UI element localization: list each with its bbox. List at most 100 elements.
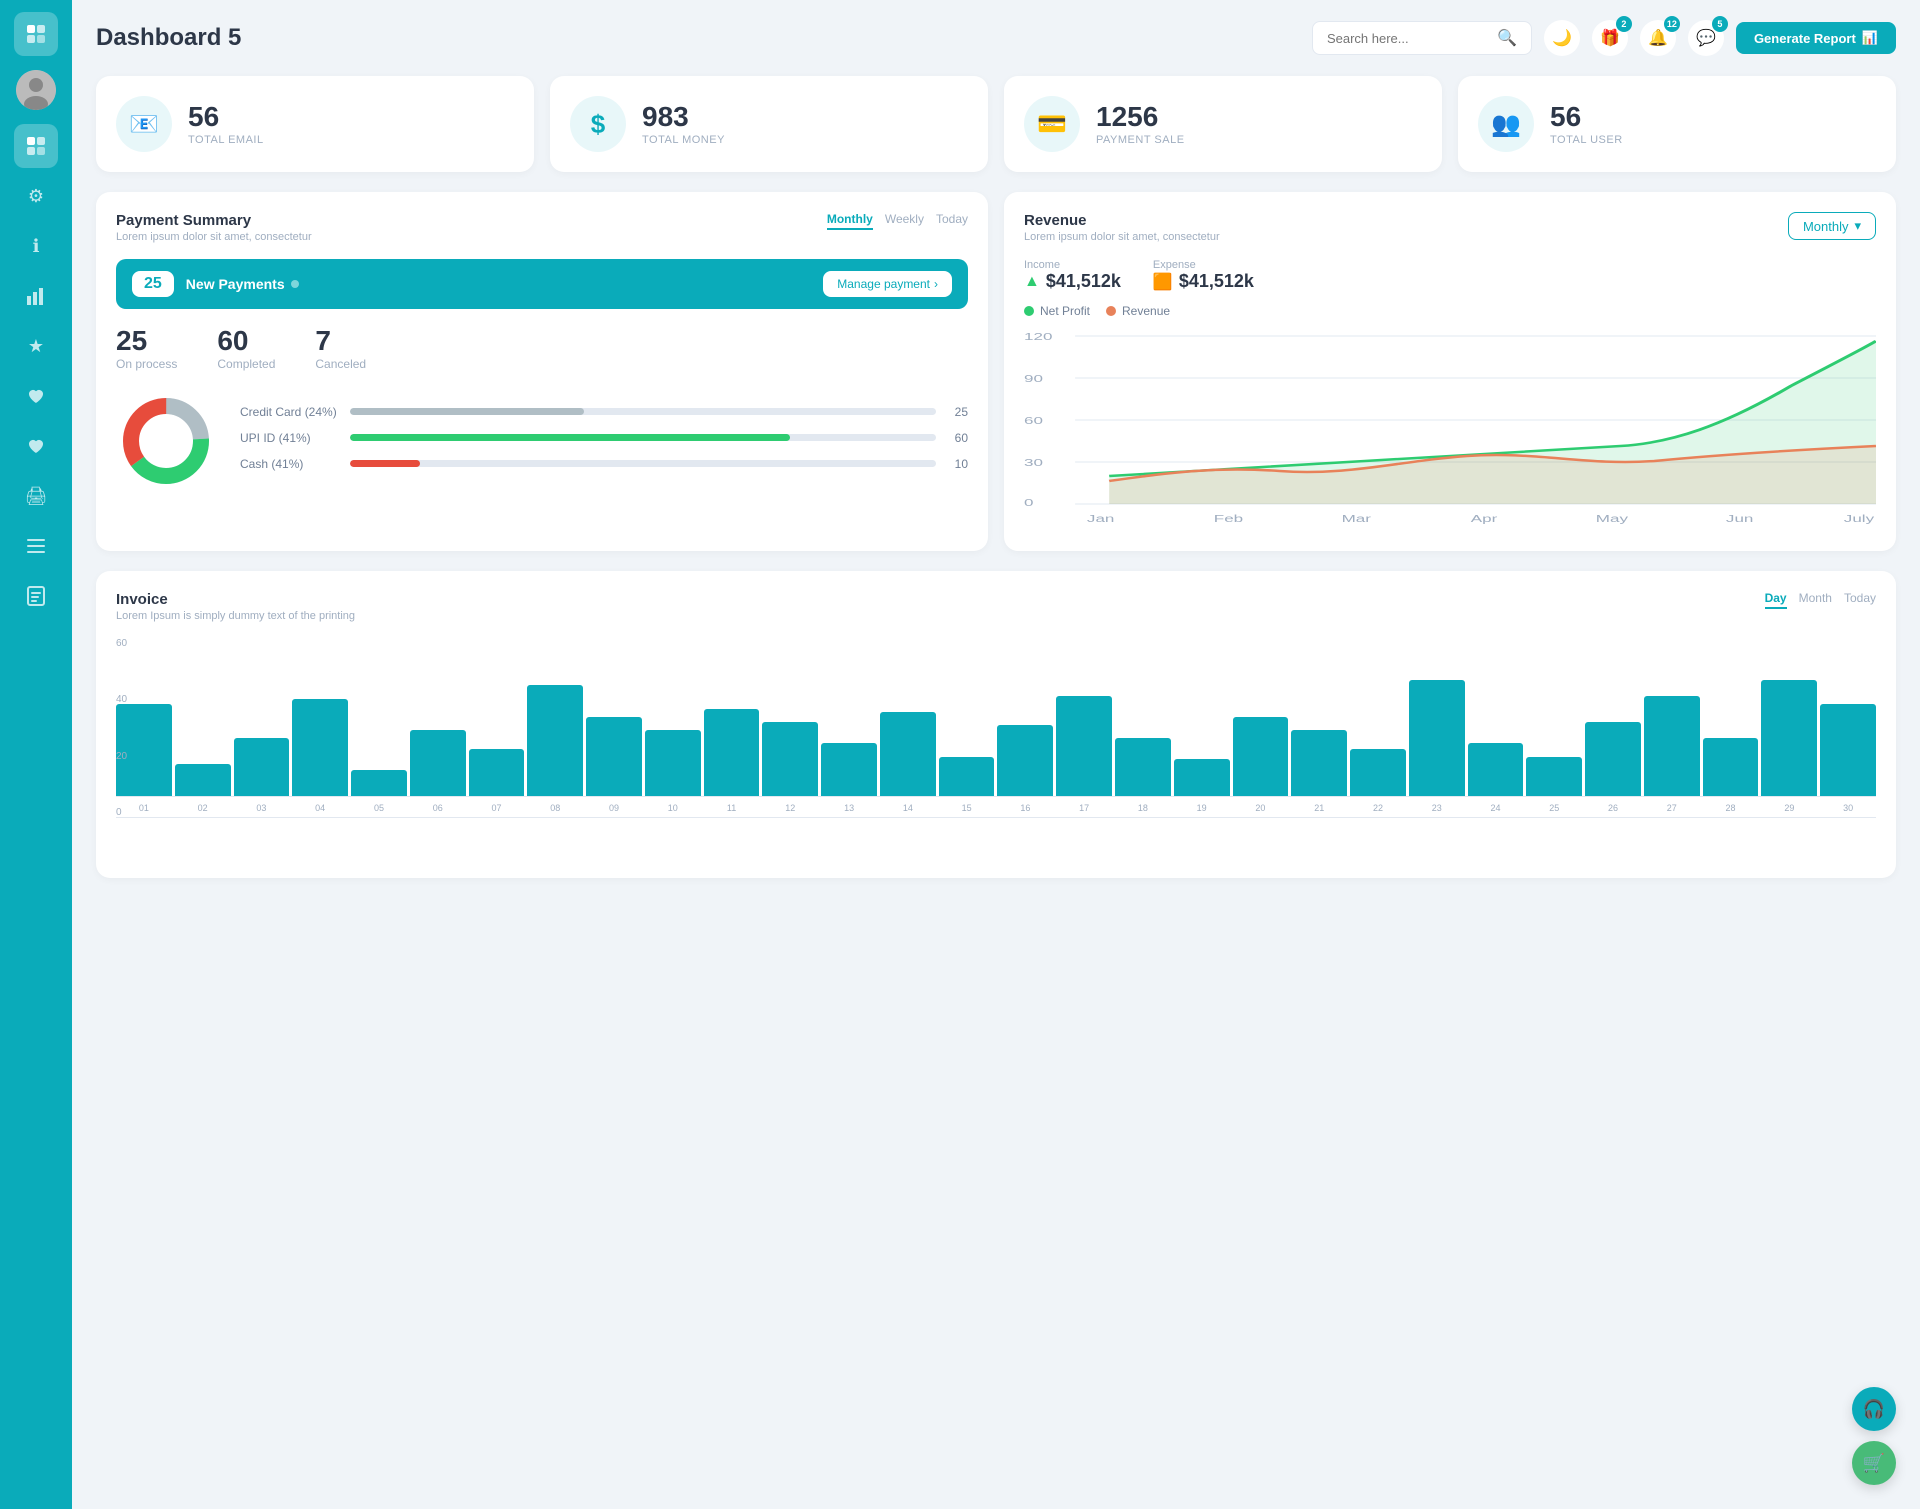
tab-today[interactable]: Today (936, 212, 968, 230)
invoice-bar-25 (1585, 722, 1641, 796)
x-label-7: 08 (527, 803, 583, 813)
search-input[interactable] (1327, 31, 1489, 46)
stat-number-0: 56 (188, 102, 264, 133)
expense-value: 🟧 $41,512k (1153, 271, 1254, 292)
search-box[interactable]: 🔍 (1312, 21, 1532, 55)
invoice-bar-11 (762, 722, 818, 796)
bar-val-1: 60 (946, 431, 968, 445)
chevron-down-icon: ▾ (1854, 218, 1861, 234)
stat-card-0: 📧 56 TOTAL EMAIL (96, 76, 534, 172)
sidebar-item-menu[interactable] (14, 524, 58, 568)
invoice-bar-1 (175, 764, 231, 796)
invoice-bar-3 (292, 699, 348, 796)
x-label-28: 29 (1761, 803, 1817, 813)
y-label-20: 20 (116, 751, 144, 762)
invoice-bar-28 (1761, 680, 1817, 796)
payment-bottom: Credit Card (24%) 25 UPI ID (41%) 60 Cas… (116, 391, 968, 496)
revenue-area-chart: 120 90 60 30 0 Jan Feb Mar Apr May Jun J… (1024, 326, 1876, 526)
sidebar-item-settings[interactable]: ⚙ (14, 174, 58, 218)
on-process-label: On process (116, 357, 177, 371)
new-payments-left: 25 New Payments (132, 271, 299, 297)
revenue-titles: Revenue Lorem ipsum dolor sit amet, cons… (1024, 212, 1220, 243)
header-actions: 🔍 🌙 🎁 2 🔔 12 💬 5 Generate Report 📊 (1312, 20, 1896, 56)
x-label-8: 09 (586, 803, 642, 813)
invoice-bar-19 (1233, 717, 1289, 796)
middle-row: Payment Summary Lorem ipsum dolor sit am… (96, 192, 1896, 551)
stat-info-3: 56 TOTAL USER (1550, 102, 1623, 147)
stat-info-0: 56 TOTAL EMAIL (188, 102, 264, 147)
x-label-11: 12 (762, 803, 818, 813)
stat-icon-2: 💳 (1024, 96, 1080, 152)
header: Dashboard 5 🔍 🌙 🎁 2 🔔 12 💬 5 Generate Re… (96, 20, 1896, 56)
arrow-right-icon: › (934, 277, 938, 291)
canceled-stat: 7 Canceled (315, 325, 366, 371)
x-label-25: 26 (1585, 803, 1641, 813)
payment-stats-nums: 25 On process 60 Completed 7 Canceled (116, 325, 968, 371)
cart-fab[interactable]: 🛒 (1852, 1441, 1896, 1485)
revenue-header: Revenue Lorem ipsum dolor sit amet, cons… (1024, 212, 1876, 243)
bell-badge: 12 (1664, 16, 1680, 32)
bar-val-0: 25 (946, 405, 968, 419)
svg-text:Jun: Jun (1726, 513, 1753, 524)
stat-info-1: 983 TOTAL MONEY (642, 102, 725, 147)
fab-group: 🎧 🛒 (1852, 1387, 1896, 1485)
tab-today[interactable]: Today (1844, 591, 1876, 609)
tab-month[interactable]: Month (1799, 591, 1832, 609)
x-label-16: 17 (1056, 803, 1112, 813)
svg-text:July: July (1844, 513, 1874, 524)
tab-monthly[interactable]: Monthly (827, 212, 873, 230)
revenue-monthly-btn[interactable]: Monthly ▾ (1788, 212, 1876, 240)
bar-track-1 (350, 434, 936, 441)
invoice-chart-wrap: 60 40 20 0 01020304050607080910111213141… (116, 638, 1876, 858)
chat-badge: 5 (1712, 16, 1728, 32)
manage-payment-link[interactable]: Manage payment › (823, 271, 952, 297)
theme-toggle[interactable]: 🌙 (1544, 20, 1580, 56)
stat-card-2: 💳 1256 PAYMENT SALE (1004, 76, 1442, 172)
stat-number-1: 983 (642, 102, 725, 133)
sidebar-logo[interactable] (14, 12, 58, 56)
x-label-23: 24 (1468, 803, 1524, 813)
tab-day[interactable]: Day (1765, 591, 1787, 609)
bell-btn[interactable]: 🔔 12 (1640, 20, 1676, 56)
payment-bars: Credit Card (24%) 25 UPI ID (41%) 60 Cas… (240, 405, 968, 483)
payment-tabs: Monthly Weekly Today (827, 212, 968, 230)
x-label-3: 04 (292, 803, 348, 813)
canceled-label: Canceled (315, 357, 366, 371)
svg-text:30: 30 (1024, 457, 1043, 468)
sidebar-item-analytics[interactable] (14, 274, 58, 318)
invoice-x-labels: 0102030405060708091011121314151617181920… (116, 803, 1876, 813)
completed-value: 60 (217, 325, 275, 357)
stat-card-1: $ 983 TOTAL MONEY (550, 76, 988, 172)
stats-row: 📧 56 TOTAL EMAIL $ 983 TOTAL MONEY 💳 125… (96, 76, 1896, 172)
sidebar-item-favorites[interactable]: ★ (14, 324, 58, 368)
chat-btn[interactable]: 💬 5 (1688, 20, 1724, 56)
y-label-0: 0 (116, 807, 144, 818)
invoice-bar-15 (997, 725, 1053, 796)
x-label-15: 16 (997, 803, 1053, 813)
revenue-panel: Revenue Lorem ipsum dolor sit amet, cons… (1004, 192, 1896, 551)
sidebar-item-info[interactable]: ℹ (14, 224, 58, 268)
x-label-20: 21 (1291, 803, 1347, 813)
invoice-header: Invoice Lorem Ipsum is simply dummy text… (116, 591, 1876, 622)
user-avatar[interactable] (16, 70, 56, 110)
tab-weekly[interactable]: Weekly (885, 212, 924, 230)
sidebar-item-dashboard[interactable] (14, 124, 58, 168)
invoice-bar-18 (1174, 759, 1230, 796)
income-stat: Income ▲ $41,512k (1024, 259, 1121, 292)
invoice-bar-7 (527, 685, 583, 796)
x-label-14: 15 (939, 803, 995, 813)
invoice-bars-container (116, 638, 1876, 797)
sidebar-item-likes[interactable] (14, 374, 58, 418)
legend-net-profit: Net Profit (1024, 304, 1090, 318)
invoice-bar-24 (1526, 757, 1582, 797)
gift-btn[interactable]: 🎁 2 (1592, 20, 1628, 56)
sidebar-item-hearts[interactable] (14, 424, 58, 468)
bar-fill-1 (350, 434, 790, 441)
sidebar-item-reports[interactable] (14, 574, 58, 618)
x-label-12: 13 (821, 803, 877, 813)
generate-report-button[interactable]: Generate Report 📊 (1736, 22, 1896, 54)
sidebar-item-print[interactable]: 🖨 (14, 474, 58, 518)
invoice-bar-14 (939, 757, 995, 797)
support-fab[interactable]: 🎧 (1852, 1387, 1896, 1431)
net-profit-dot (1024, 306, 1034, 316)
